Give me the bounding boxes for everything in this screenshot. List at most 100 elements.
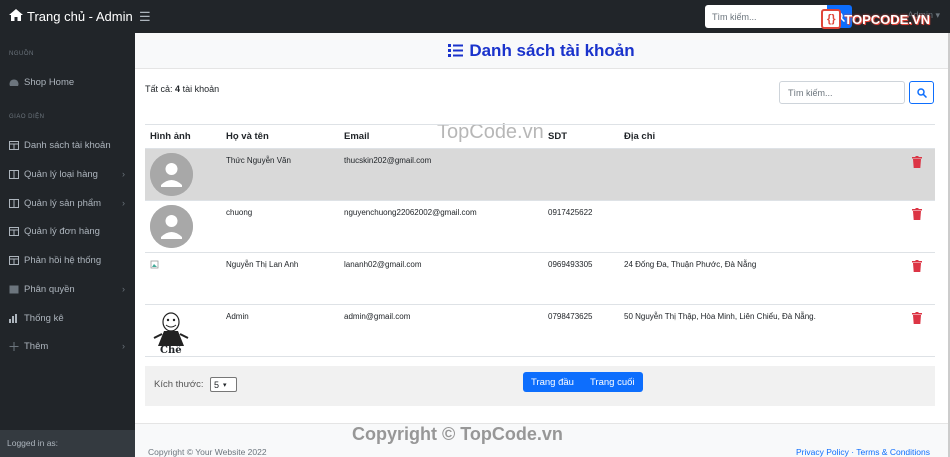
sidebar-item-label: Phân quyền <box>24 283 75 295</box>
sidebar-item-label: Quản lý sản phẩm <box>24 197 102 209</box>
sidebar-item-label: Shop Home <box>24 76 75 88</box>
columns-icon <box>9 198 19 208</box>
navbar-search-input[interactable]: Tìm kiếm... <box>705 5 827 28</box>
row-email: nguyenchuong22062002@gmail.com <box>339 200 543 253</box>
topcode-logo-icon: {} <box>821 9 842 29</box>
table-row[interactable]: Nguyễn Thị Lan Anh lananh02@gmail.com 09… <box>145 252 935 305</box>
sidebar-item-label: Thêm <box>24 340 49 352</box>
last-page-button[interactable]: Trang cuối <box>581 372 643 392</box>
navbar-search-placeholder: Tìm kiếm... <box>712 11 757 22</box>
default-avatar-image <box>150 153 193 196</box>
sidebar-heading-nguon: NGUỒN <box>9 51 34 57</box>
page-size-value: 5 <box>214 379 220 390</box>
sidebar-item-orders[interactable]: Quản lý đơn hàng <box>0 221 135 241</box>
sidebar-item-label: Quản lý đơn hàng <box>24 225 100 237</box>
sidebar-item-shop-home[interactable]: Shop Home <box>0 72 135 92</box>
page-size-select[interactable]: 5 ▾ <box>210 377 237 392</box>
row-phone: 0917425622 <box>543 200 619 253</box>
chevron-right-icon: › <box>122 198 125 208</box>
page-title-text: Danh sách tài khoản <box>469 40 635 60</box>
sidebar-item-products[interactable]: Quản lý sản phẩm › <box>0 193 135 213</box>
chevron-right-icon: › <box>122 169 125 179</box>
sidebar-toggle-button[interactable]: ☰ <box>139 9 151 25</box>
trash-icon[interactable] <box>912 156 922 168</box>
sidebar-item-label: Phản hồi hệ thống <box>24 254 102 266</box>
row-address: 24 Đống Đa, Thuận Phước, Đà Nẵng <box>619 252 895 305</box>
column-header-address: Địa chỉ <box>619 124 895 149</box>
row-phone: 0798473625 <box>543 304 619 357</box>
count-value: 4 <box>175 84 181 94</box>
sidebar-item-categories[interactable]: Quản lý loại hàng › <box>0 164 135 184</box>
footer-copyright: Copyright © Your Website 2022 <box>148 447 267 457</box>
brand-text: Trang chủ - Admin <box>27 9 133 24</box>
list-icon <box>448 44 464 57</box>
count-prefix: Tất cả: <box>145 84 173 94</box>
pagination-buttons: Trang đầu Trang cuối <box>523 372 643 392</box>
table-row[interactable]: Thức Nguyễn Văn thucskin202@gmail.com <box>145 148 935 201</box>
broken-image-icon <box>150 260 193 303</box>
account-search-button[interactable] <box>909 81 934 104</box>
sidebar-heading-giaodien: GIAO DIỆN <box>9 114 45 120</box>
copyright-watermark: Copyright © TopCode.vn <box>352 424 563 444</box>
row-name: chuong <box>221 200 339 253</box>
page-title: Danh sách tài khoản <box>135 33 948 69</box>
logged-in-label: Logged in as: <box>7 438 59 448</box>
chevron-right-icon: › <box>122 284 125 294</box>
top-navbar: Trang chủ - Admin ☰ Tìm kiếm... Admin ▾ … <box>0 0 950 33</box>
chart-icon <box>9 313 19 323</box>
sidebar: NGUỒN Shop Home GIAO DIỆN Danh sách tài … <box>0 33 135 457</box>
account-search-input[interactable]: Tìm kiếm... <box>779 81 905 104</box>
sidebar-item-label: Thống kê <box>24 312 64 324</box>
home-icon <box>9 9 27 24</box>
plus-icon <box>9 341 19 351</box>
column-header-email: Email <box>339 124 543 149</box>
pagination-bar: Kích thước: 5 ▾ Trang đầu Trang cuối <box>145 366 935 406</box>
row-address <box>619 200 895 253</box>
table-icon <box>9 226 19 236</box>
footer-links[interactable]: Privacy Policy · Terms & Conditions <box>796 447 930 457</box>
sidebar-item-statistics[interactable]: Thống kê <box>0 308 135 328</box>
columns-icon <box>9 285 19 294</box>
table-icon <box>9 140 19 150</box>
trash-icon[interactable] <box>912 208 922 220</box>
table-row[interactable]: Chê Admin admin@gmail.com 0798473625 50 … <box>145 304 935 357</box>
search-icon <box>916 87 927 98</box>
gauge-icon <box>9 78 19 87</box>
row-email: admin@gmail.com <box>339 304 543 357</box>
sidebar-item-permissions[interactable]: Phân quyền › <box>0 279 135 299</box>
column-header-image: Hình ảnh <box>145 124 221 149</box>
row-email: lananh02@gmail.com <box>339 252 543 305</box>
row-name: Admin <box>221 304 339 357</box>
sidebar-item-feedback[interactable]: Phản hồi hệ thống <box>0 250 135 270</box>
row-address <box>619 148 895 201</box>
row-phone: 0969493305 <box>543 252 619 305</box>
table-row[interactable]: chuong nguyenchuong22062002@gmail.com 09… <box>145 200 935 253</box>
meme-avatar-image: Chê <box>150 312 193 356</box>
brand-link[interactable]: Trang chủ - Admin <box>0 9 135 24</box>
chevron-right-icon: › <box>122 341 125 351</box>
default-avatar-image <box>150 205 193 248</box>
table-icon <box>9 255 19 265</box>
account-search-placeholder: Tìm kiếm... <box>788 87 833 98</box>
chevron-down-icon: ▾ <box>223 381 227 389</box>
first-page-button[interactable]: Trang đầu <box>523 372 582 392</box>
column-header-actions <box>895 124 935 149</box>
row-name: Nguyễn Thị Lan Anh <box>221 252 339 305</box>
columns-icon <box>9 169 19 179</box>
trash-icon[interactable] <box>912 312 922 324</box>
topcode-watermark-logo: {} TOPCODE.VN <box>821 9 930 29</box>
sidebar-item-more[interactable]: Thêm › <box>0 336 135 356</box>
sidebar-item-accounts[interactable]: Danh sách tài khoản <box>0 135 135 155</box>
row-email: thucskin202@gmail.com <box>339 148 543 201</box>
trash-icon[interactable] <box>912 260 922 272</box>
row-address: 50 Nguyễn Thị Thập, Hòa Minh, Liên Chiểu… <box>619 304 895 357</box>
row-phone <box>543 148 619 201</box>
accounts-table: Hình ảnh Họ và tên Email SDT Địa chỉ Thứ… <box>145 124 935 357</box>
column-header-name: Họ và tên <box>221 124 339 149</box>
meme-caption: Chê <box>160 345 182 356</box>
topcode-logo-text: TOPCODE.VN <box>844 11 930 27</box>
sidebar-footer: Logged in as: <box>0 430 135 457</box>
row-name: Thức Nguyễn Văn <box>221 148 339 201</box>
column-header-phone: SDT <box>543 124 619 149</box>
sidebar-item-label: Danh sách tài khoản <box>24 139 111 151</box>
